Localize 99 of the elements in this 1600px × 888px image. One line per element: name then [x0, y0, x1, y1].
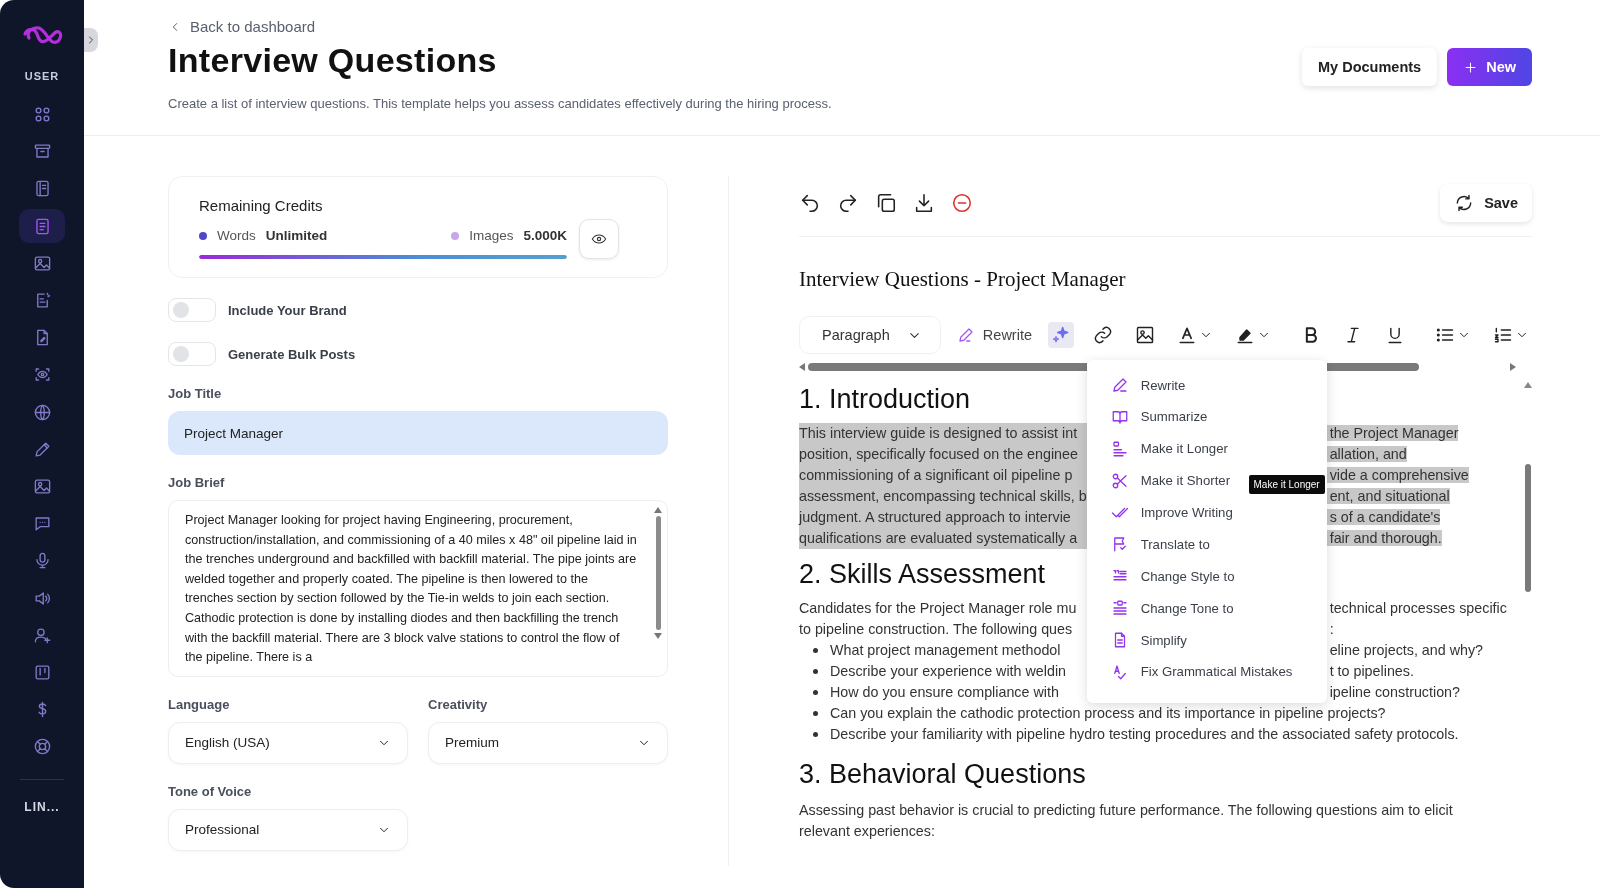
- tooltip: Make it Longer: [1248, 475, 1325, 494]
- dropdown[interactable]: English (USA): [168, 721, 408, 764]
- toggle-switch[interactable]: [168, 342, 216, 366]
- list-item-text: Can you explain the cathodic protection process and its importance in pipeline projects?: [830, 704, 1386, 723]
- section-heading: 3. Behavioral Questions: [799, 759, 1087, 790]
- link-icon: [1093, 325, 1113, 345]
- copy-icon: [875, 192, 897, 214]
- paragraph-line: Candidates for the Project Manager role mu: [799, 599, 1078, 618]
- scroll-up-icon[interactable]: [654, 507, 662, 513]
- bullet-dot: [813, 732, 818, 737]
- minus-circle-icon: [951, 192, 973, 214]
- field-label: Language: [168, 696, 231, 712]
- ai-button[interactable]: [1048, 322, 1074, 348]
- list-item-text: How do you ensure compliance with: [830, 683, 1059, 702]
- menu-item[interactable]: Summarize: [1086, 401, 1327, 432]
- lifebuoy-icon: [32, 737, 52, 757]
- paragraph-line: :: [1328, 621, 1334, 637]
- list-item-text: t to pipelines.: [1328, 662, 1415, 681]
- underline-icon: [1385, 325, 1405, 345]
- credit-label: Images: [469, 228, 514, 243]
- text-lines-icon: [1110, 439, 1129, 458]
- redo-icon: [837, 192, 859, 214]
- pencil-icon: [1110, 376, 1129, 394]
- menu-item[interactable]: Translate to: [1086, 529, 1327, 560]
- list-item-text: Describe your experience with weldin: [830, 662, 1066, 681]
- field-label: Job Brief: [168, 475, 226, 490]
- credit-label: Words: [217, 228, 256, 243]
- scroll-left-icon[interactable]: [799, 363, 805, 371]
- undo-button[interactable]: [799, 192, 821, 214]
- menu-item[interactable]: Improve Writing: [1086, 497, 1327, 528]
- collapse-button[interactable]: [84, 28, 98, 52]
- my-documents-button[interactable]: My Documents: [1302, 48, 1438, 86]
- menu-item[interactable]: Make it Longer: [1086, 433, 1327, 464]
- toggle-label: Include Your Brand: [228, 302, 347, 318]
- stop-button[interactable]: [951, 192, 973, 214]
- save-button[interactable]: Save: [1440, 184, 1532, 222]
- scissors-icon: [1110, 471, 1129, 490]
- field-label: Tone of Voice: [168, 783, 253, 799]
- menu-item[interactable]: Change Tone to: [1086, 593, 1327, 624]
- download-button[interactable]: [913, 192, 935, 214]
- scroll-right-icon[interactable]: [1510, 363, 1516, 371]
- bullet-dot: [813, 669, 818, 674]
- page-title: Interview Questions: [168, 41, 498, 80]
- paragraph-line: to pipeline construction. The following ques: [799, 620, 1074, 639]
- eye-icon: [591, 231, 607, 247]
- page-description: Create a list of interview questions. This template helps you assess candidates effectively during the hiring process.: [168, 96, 832, 111]
- redo-button[interactable]: [837, 192, 859, 214]
- bullet-dot: [813, 690, 818, 695]
- menu-item[interactable]: Simplify: [1086, 625, 1327, 655]
- section-heading: 1. Introduction: [799, 384, 972, 415]
- scroll-down-icon[interactable]: [654, 632, 662, 639]
- scrollbar-thumb[interactable]: [655, 516, 661, 630]
- sidebar-item[interactable]: [19, 209, 65, 244]
- board-icon: [32, 662, 52, 682]
- document-title: Interview Questions - Project Manager: [799, 267, 1127, 292]
- list-item-text: Describe your familiarity with pipeline hydro testing procedures and the associated safety protocols.: [830, 725, 1459, 744]
- credit-value: Unlimited: [265, 228, 328, 243]
- plus-icon: [1463, 59, 1479, 75]
- pencil-icon: [956, 326, 975, 344]
- numbered-list-icon: [1493, 325, 1513, 345]
- field-label: Job Title: [168, 386, 223, 401]
- section-heading: 2. Skills Assessment: [799, 559, 1047, 590]
- paragraph: Assessing past behavior is crucial to predicting future performance. The following questions aim to elicit relevant experiences:: [799, 801, 1454, 841]
- job-title-field[interactable]: Project Manager: [168, 411, 668, 455]
- toggle-switch[interactable]: [168, 298, 216, 322]
- image-icon: [32, 253, 52, 273]
- card-title: Remaining Credits: [199, 197, 324, 214]
- user-name: LIN...: [24, 800, 60, 815]
- image-icon: [32, 476, 52, 496]
- bullet-dot: [813, 711, 818, 716]
- rewrite-button[interactable]: Rewrite: [956, 326, 1032, 344]
- image-icon: [1135, 325, 1155, 345]
- view-button[interactable]: [579, 219, 619, 259]
- menu-item[interactable]: Fix Grammatical Mistakes: [1086, 656, 1327, 687]
- job-brief-field[interactable]: Project Manager looking for project having Engineering, procurement, construction/installation, and commissioning of a 40 miles x 48" oil pipeline laid in the trenches underground and backfilled with backfill material. The pipe joints are welded together and properly coated. The pipeline is then lowered to the trenches section by section followed by the Tie-in welds to join each section. Cathodic protection is done by installing diodes and then backfilling the trench with the backfill material. There are 3 block valve stations to control the flow of the pipeline. There is a: [168, 500, 668, 677]
- sparkle-icon: [1051, 325, 1071, 345]
- dropdown[interactable]: Premium: [428, 721, 668, 764]
- tone-lines-icon: [1110, 599, 1129, 618]
- undo-icon: [799, 192, 821, 214]
- download-icon: [913, 192, 935, 214]
- back-link[interactable]: Back to dashboard: [168, 18, 316, 35]
- field-label: Creativity: [428, 696, 489, 712]
- text-color-icon: [1177, 325, 1197, 345]
- bullet-dot: [813, 648, 818, 653]
- toggle-label: Generate Bulk Posts: [228, 346, 356, 362]
- dropdown[interactable]: Professional: [168, 808, 408, 851]
- new-button[interactable]: New: [1447, 48, 1532, 86]
- paragraph-line: technical processes specific: [1328, 600, 1507, 616]
- section-label: USER: [24, 70, 60, 82]
- list-item-text: What project management methodol: [830, 641, 1061, 660]
- menu-item[interactable]: Change Style to: [1086, 561, 1327, 592]
- block-format-dropdown[interactable]: Paragraph: [799, 316, 941, 354]
- globe-icon: [32, 402, 52, 422]
- list-item-text: eline projects, and why?: [1328, 641, 1485, 660]
- menu-item[interactable]: Rewrite: [1086, 370, 1327, 400]
- credit-value: 5.000K: [523, 228, 567, 243]
- list-item-text: ipeline construction?: [1328, 683, 1461, 702]
- copy-button[interactable]: [875, 192, 897, 214]
- scroll-up-icon[interactable]: [1524, 382, 1532, 388]
